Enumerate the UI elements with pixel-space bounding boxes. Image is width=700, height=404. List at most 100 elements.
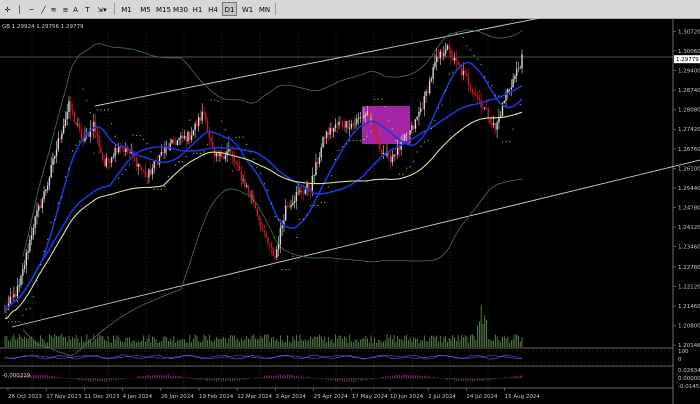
- sar-dot: [288, 268, 290, 271]
- candle: [137, 163, 139, 175]
- volume-bar: [146, 338, 148, 347]
- volume-bar: [358, 342, 360, 347]
- candle-body: [444, 49, 447, 54]
- volume-bar: [171, 340, 173, 347]
- volume-bar: [262, 337, 264, 347]
- candle: [224, 151, 227, 162]
- indicator2-histogram-bar: [301, 375, 303, 379]
- candle: [436, 48, 438, 71]
- candle-body: [338, 121, 340, 126]
- candle-body: [87, 133, 90, 137]
- volume-bar: [436, 335, 438, 347]
- volume-bar: [251, 335, 253, 347]
- indicator1-scale-label: 0: [678, 357, 682, 363]
- volume-bar: [418, 342, 420, 347]
- sar-dot: [160, 188, 162, 190]
- indicator2-histogram-bar: [100, 378, 102, 381]
- candle-body: [354, 123, 356, 125]
- sar-dot: [15, 321, 17, 323]
- indicator2-histogram-bar: [171, 375, 173, 379]
- candle: [45, 189, 47, 196]
- volume-bar: [112, 335, 114, 347]
- indicator2-histogram-bar: [178, 375, 180, 379]
- timeframe-w1-button[interactable]: W1: [240, 2, 255, 16]
- sar-dot: [484, 76, 486, 78]
- sar-dot: [110, 123, 113, 125]
- indicator2-histogram-bar: [93, 378, 95, 382]
- candle-body: [270, 243, 273, 248]
- indicator2-histogram-bar: [201, 378, 203, 380]
- candle: [418, 106, 420, 126]
- crosshair-icon[interactable]: ✛: [2, 2, 13, 16]
- price-label: 1.26760: [678, 147, 700, 153]
- equidistant-channel-icon[interactable]: ≋: [48, 2, 59, 16]
- sar-dot: [505, 141, 507, 143]
- volume-bar: [49, 334, 50, 347]
- candle-body: [128, 152, 131, 154]
- volume-bar: [290, 342, 292, 347]
- volume-bar: [452, 334, 454, 347]
- candle-body: [293, 200, 296, 203]
- candle: [279, 219, 282, 253]
- volume-bar: [361, 338, 363, 347]
- timeframe-m30-button[interactable]: M30: [172, 2, 189, 16]
- candle: [201, 103, 203, 125]
- candle-body: [448, 45, 450, 50]
- timeframe-m1-button[interactable]: M1: [119, 2, 134, 16]
- indicator2-histogram-bar: [454, 378, 455, 381]
- volume-bar: [443, 337, 445, 347]
- candle-body: [185, 135, 187, 142]
- indicator2-histogram-bar: [441, 378, 443, 380]
- indicator2-histogram-bar: [368, 378, 370, 379]
- indicator2-scale-label: 0.02634: [678, 368, 700, 374]
- price-chart[interactable]: 1.30720 1.30060 1.29400 1.28740 1.28080 1.274…: [0, 18, 700, 404]
- indicator2-histogram-bar: [343, 378, 345, 383]
- indicator2-histogram-bar: [152, 374, 153, 379]
- candle-body: [46, 185, 49, 190]
- timeframe-h4-button[interactable]: H4: [206, 2, 220, 16]
- candle: [514, 73, 516, 83]
- text-tool-icon[interactable]: A: [70, 2, 81, 16]
- timeframe-m5-button[interactable]: M5: [138, 2, 153, 16]
- timeframe-h1-button[interactable]: H1: [191, 2, 204, 16]
- indicator2-histogram-bar: [347, 378, 349, 382]
- indicator2-histogram-bar: [423, 375, 425, 379]
- candle-body: [34, 216, 36, 228]
- volume-bar: [486, 319, 487, 347]
- sar-dot: [462, 37, 464, 39]
- candle: [464, 67, 466, 77]
- volume-bar: [123, 342, 125, 347]
- indicator2-histogram-bar: [288, 374, 290, 379]
- volume-bar: [445, 335, 447, 347]
- candle: [189, 130, 191, 148]
- candle: [256, 206, 258, 218]
- volume-bar: [237, 338, 239, 347]
- indicator2-histogram-bar: [498, 377, 500, 379]
- volume-bar: [338, 335, 340, 347]
- volume-bar: [178, 340, 180, 347]
- candle-body: [237, 163, 239, 165]
- arrow-shapes-icon[interactable]: ⇲▾: [94, 2, 110, 16]
- candle-body: [359, 117, 362, 119]
- volume-bar: [109, 342, 111, 347]
- text-label-icon[interactable]: T: [82, 2, 93, 16]
- candle-body: [366, 111, 369, 115]
- timeframe-m15-button[interactable]: M15: [155, 2, 171, 16]
- candle-body: [13, 294, 15, 298]
- volume-bar: [66, 341, 68, 347]
- volume-bar: [278, 341, 280, 347]
- volume-bar: [212, 342, 214, 347]
- candle: [519, 65, 521, 69]
- timeframe-mn-button[interactable]: MN: [257, 2, 272, 16]
- indicator2-histogram-bar: [281, 375, 283, 379]
- candle-body: [482, 107, 484, 109]
- indicator2-histogram-bar: [121, 378, 123, 380]
- horizontal-line-icon[interactable]: ─: [26, 2, 37, 16]
- candle-body: [356, 118, 358, 124]
- indicator2-histogram-bar: [40, 375, 42, 379]
- candle: [54, 155, 56, 165]
- candle-body: [414, 119, 417, 129]
- timeframe-d1-button[interactable]: D1: [222, 2, 237, 16]
- vertical-line-icon[interactable]: │: [14, 2, 25, 16]
- candle-body: [297, 191, 299, 193]
